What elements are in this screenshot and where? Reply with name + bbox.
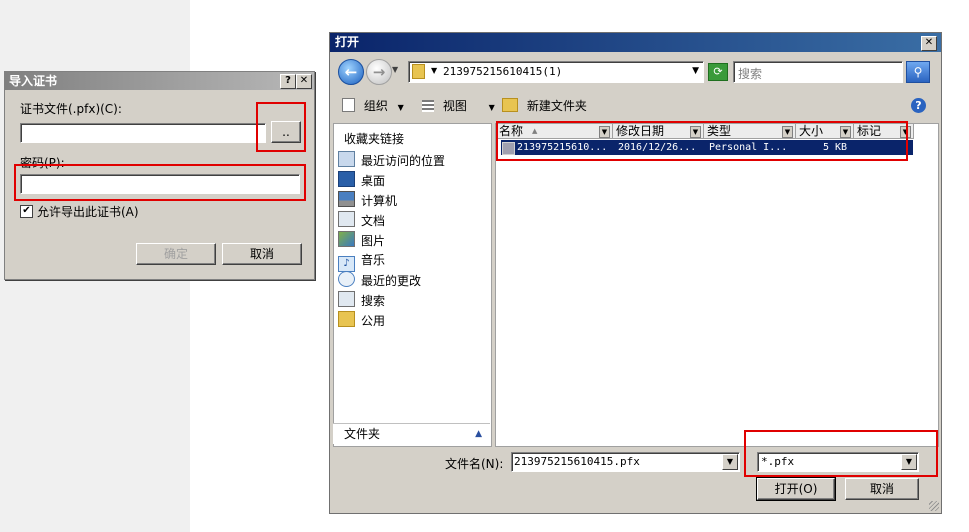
column-modified[interactable]: 修改日期 ▼: [613, 124, 704, 139]
close-button[interactable]: ✕: [296, 74, 312, 89]
password-input[interactable]: [20, 174, 300, 194]
certificate-file-icon: [502, 142, 515, 155]
folder-icon: [412, 64, 425, 79]
back-arrow-icon[interactable]: ←: [338, 59, 364, 85]
column-modified-filter-icon[interactable]: ▼: [690, 126, 701, 138]
column-size[interactable]: 大小 ▼: [796, 124, 854, 139]
views-chevron-icon: ▼: [488, 103, 495, 112]
address-row: ← → ▼ ▼ 213975215610415(1) ▼ ⟳ 搜索 ⚲: [330, 53, 941, 85]
music-icon: ♪: [338, 256, 355, 272]
recent-changes-icon: [338, 271, 355, 287]
filetype-select[interactable]: *.pfx ▼: [757, 452, 919, 472]
table-row[interactable]: 213975215610... 2016/12/26... Personal I…: [501, 140, 913, 155]
search-button-icon[interactable]: ⚲: [906, 61, 930, 83]
cert-file-label: 证书文件(.pfx)(C):: [20, 102, 122, 116]
column-name[interactable]: 名称 ▲ ▼: [496, 124, 613, 139]
views-menu[interactable]: 视图 ▼: [422, 97, 495, 114]
filename-label: 文件名(N):: [445, 457, 504, 471]
file-list: 名称 ▲ ▼ 修改日期 ▼ 类型 ▼ 大小 ▼ 标记 ▼ 21397521561…: [495, 123, 939, 447]
import-dialog-title: 导入证书: [9, 74, 58, 88]
forward-arrow-icon[interactable]: →: [366, 59, 392, 85]
cert-file-input[interactable]: [20, 123, 266, 143]
import-certificate-dialog: 导入证书 ? ✕ 证书文件(.pfx)(C): .. 密码(P): ✔ 允许导出…: [4, 71, 315, 280]
navigation-pane: 收藏夹链接 最近访问的位置 桌面 计算机 文档 图片 ♪ 音乐 最近的更改 搜索 …: [333, 123, 492, 447]
address-dropdown-icon[interactable]: ▼: [692, 66, 699, 76]
open-dialog-titlebar: 打开 ✕: [330, 33, 941, 52]
address-text: 213975215610415(1): [443, 65, 563, 78]
open-dialog-title: 打开: [335, 35, 360, 49]
allow-export-checkbox[interactable]: ✔: [20, 205, 33, 218]
toolbar: 组织 ▼ 视图 ▼ 新建文件夹 ?: [330, 91, 941, 119]
filetype-dropdown-icon[interactable]: ▼: [901, 454, 917, 470]
public-folder-icon: [338, 311, 355, 327]
import-dialog-titlebar: 导入证书 ? ✕: [5, 72, 314, 90]
organize-chevron-icon: ▼: [397, 103, 404, 112]
address-bar[interactable]: ▼ 213975215610415(1) ▼: [408, 61, 704, 83]
password-label: 密码(P):: [20, 156, 65, 170]
close-button[interactable]: ✕: [921, 36, 937, 51]
nav-item-computer[interactable]: 计算机: [338, 191, 397, 209]
views-icon: [422, 100, 434, 112]
refresh-icon[interactable]: ⟳: [708, 63, 728, 81]
browse-button[interactable]: ..: [271, 121, 301, 143]
filename-combobox[interactable]: 213975215610415.pfx ▼: [511, 452, 740, 472]
documents-icon: [338, 211, 355, 227]
nav-item-recent-changes[interactable]: 最近的更改: [338, 271, 421, 289]
new-folder-icon: [502, 98, 518, 112]
new-folder-button[interactable]: 新建文件夹: [502, 97, 587, 114]
help-button[interactable]: ?: [280, 74, 296, 89]
chevron-up-icon: ▲: [475, 429, 482, 439]
open-file-dialog: 打开 ✕ ← → ▼ ▼ 213975215610415(1) ▼ ⟳ 搜索 ⚲…: [329, 32, 942, 514]
nav-item-desktop[interactable]: 桌面: [338, 171, 385, 189]
favorites-header: 收藏夹链接: [344, 132, 405, 146]
nav-item-music[interactable]: ♪ 音乐: [338, 251, 385, 272]
cancel-button[interactable]: 取消: [222, 243, 302, 265]
nav-item-pictures[interactable]: 图片: [338, 231, 385, 249]
ok-button[interactable]: 确定: [136, 243, 216, 265]
column-size-filter-icon[interactable]: ▼: [840, 126, 851, 138]
desktop-icon: [338, 171, 355, 187]
cancel-button[interactable]: 取消: [845, 478, 919, 500]
history-chevron-icon[interactable]: ▼: [392, 65, 398, 74]
search-input[interactable]: 搜索: [733, 61, 903, 83]
column-name-filter-icon[interactable]: ▼: [599, 126, 610, 138]
nav-item-documents[interactable]: 文档: [338, 211, 385, 229]
folders-toggle[interactable]: 文件夹 ▲: [333, 423, 490, 444]
sort-ascending-icon: ▲: [532, 127, 538, 135]
column-type[interactable]: 类型 ▼: [704, 124, 796, 139]
organize-icon: [342, 98, 355, 112]
resize-grip-icon[interactable]: [929, 501, 939, 511]
nav-item-public[interactable]: 公用: [338, 311, 385, 329]
organize-menu[interactable]: 组织 ▼: [342, 97, 404, 114]
nav-item-recent-places[interactable]: 最近访问的位置: [338, 151, 445, 169]
search-placeholder: 搜索: [738, 67, 763, 81]
breadcrumb-chevron-icon: ▼: [431, 66, 438, 75]
filename-dropdown-icon[interactable]: ▼: [722, 454, 738, 470]
column-type-filter-icon[interactable]: ▼: [782, 126, 793, 138]
allow-export-label: 允许导出此证书(A): [37, 205, 139, 219]
recent-places-icon: [338, 151, 355, 167]
search-icon: [338, 291, 355, 307]
column-tags-filter-icon[interactable]: ▼: [900, 126, 911, 138]
computer-icon: [338, 191, 355, 207]
nav-item-search[interactable]: 搜索: [338, 291, 385, 309]
open-button[interactable]: 打开(O): [756, 477, 836, 501]
column-tags[interactable]: 标记 ▼: [854, 124, 914, 139]
pictures-icon: [338, 231, 355, 247]
help-icon[interactable]: ?: [911, 98, 926, 113]
